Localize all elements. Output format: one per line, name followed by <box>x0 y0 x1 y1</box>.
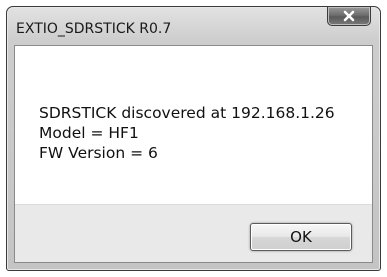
model-message: Model = HF1 <box>39 124 139 142</box>
discovery-message: SDRSTICK discovered at 192.168.1.26 <box>39 104 335 122</box>
window-title: EXTIO_SDRSTICK R0.7 <box>16 21 172 37</box>
dialog-body: SDRSTICK discovered at 192.168.1.26 Mode… <box>14 45 373 263</box>
dialog-window: EXTIO_SDRSTICK R0.7 SDRSTICK discovered … <box>6 6 381 271</box>
button-footer: OK <box>15 204 372 262</box>
title-bar[interactable]: EXTIO_SDRSTICK R0.7 <box>7 7 380 45</box>
message-area: SDRSTICK discovered at 192.168.1.26 Mode… <box>15 46 372 204</box>
message-text: SDRSTICK discovered at 192.168.1.26 Mode… <box>39 103 335 163</box>
fw-version-message: FW Version = 6 <box>39 144 158 162</box>
ok-button[interactable]: OK <box>250 223 352 251</box>
close-button[interactable] <box>327 7 371 26</box>
close-icon <box>343 10 355 22</box>
